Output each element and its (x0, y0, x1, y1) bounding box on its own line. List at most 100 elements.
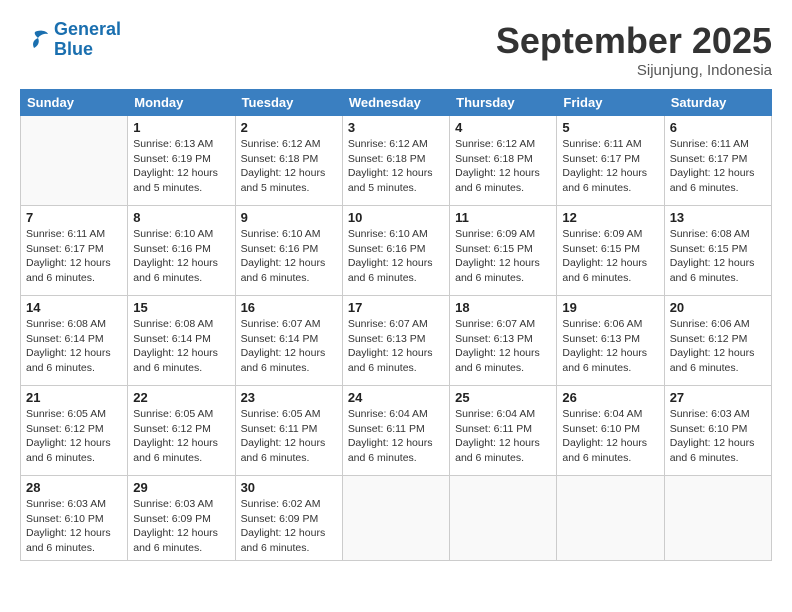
calendar-day-header: Monday (128, 90, 235, 116)
day-number: 28 (26, 480, 122, 495)
month-title: September 2025 (496, 20, 772, 62)
day-number: 9 (241, 210, 337, 225)
day-info: Sunrise: 6:08 AMSunset: 6:14 PMDaylight:… (26, 317, 122, 376)
day-info: Sunrise: 6:07 AMSunset: 6:13 PMDaylight:… (348, 317, 444, 376)
day-number: 27 (670, 390, 766, 405)
day-number: 6 (670, 120, 766, 135)
day-number: 11 (455, 210, 551, 225)
calendar-cell: 2 Sunrise: 6:12 AMSunset: 6:18 PMDaylight… (235, 116, 342, 206)
calendar-cell: 13 Sunrise: 6:08 AMSunset: 6:15 PMDayligh… (664, 206, 771, 296)
day-info: Sunrise: 6:04 AMSunset: 6:11 PMDaylight:… (348, 407, 444, 466)
location-subtitle: Sijunjung, Indonesia (496, 62, 772, 79)
day-number: 5 (562, 120, 658, 135)
day-info: Sunrise: 6:04 AMSunset: 6:11 PMDaylight:… (455, 407, 551, 466)
calendar-day-header: Thursday (450, 90, 557, 116)
day-info: Sunrise: 6:08 AMSunset: 6:14 PMDaylight:… (133, 317, 229, 376)
day-number: 21 (26, 390, 122, 405)
day-number: 2 (241, 120, 337, 135)
day-info: Sunrise: 6:05 AMSunset: 6:12 PMDaylight:… (133, 407, 229, 466)
logo-icon (20, 28, 50, 52)
day-number: 19 (562, 300, 658, 315)
day-info: Sunrise: 6:11 AMSunset: 6:17 PMDaylight:… (670, 137, 766, 196)
calendar-day-header: Wednesday (342, 90, 449, 116)
calendar-week-row: 1 Sunrise: 6:13 AMSunset: 6:19 PMDaylight… (21, 116, 772, 206)
title-block: September 2025 Sijunjung, Indonesia (496, 20, 772, 79)
day-number: 14 (26, 300, 122, 315)
day-number: 20 (670, 300, 766, 315)
calendar-cell: 8Sunrise: 6:10 AMSunset: 6:16 PMDaylight… (128, 206, 235, 296)
calendar-cell: 30 Sunrise: 6:02 AMSunset: 6:09 PMDayligh… (235, 476, 342, 561)
page-header: General Blue September 2025 Sijunjung, I… (20, 20, 772, 79)
day-number: 13 (670, 210, 766, 225)
day-number: 22 (133, 390, 229, 405)
calendar-cell: 17 Sunrise: 6:07 AMSunset: 6:13 PMDayligh… (342, 296, 449, 386)
calendar-table: SundayMondayTuesdayWednesdayThursdayFrid… (20, 89, 772, 561)
day-info: Sunrise: 6:12 AMSunset: 6:18 PMDaylight:… (241, 137, 337, 196)
calendar-cell (342, 476, 449, 561)
day-number: 12 (562, 210, 658, 225)
day-number: 24 (348, 390, 444, 405)
day-info: Sunrise: 6:08 AMSunset: 6:15 PMDaylight:… (670, 227, 766, 286)
calendar-cell (21, 116, 128, 206)
calendar-cell: 19 Sunrise: 6:06 AMSunset: 6:13 PMDayligh… (557, 296, 664, 386)
calendar-cell: 28 Sunrise: 6:03 AMSunset: 6:10 PMDayligh… (21, 476, 128, 561)
day-info: Sunrise: 6:12 AMSunset: 6:18 PMDaylight:… (348, 137, 444, 196)
calendar-cell (664, 476, 771, 561)
day-number: 25 (455, 390, 551, 405)
calendar-cell: 12Sunrise: 6:09 AMSunset: 6:15 PMDayligh… (557, 206, 664, 296)
calendar-cell: 6 Sunrise: 6:11 AMSunset: 6:17 PMDaylight… (664, 116, 771, 206)
day-number: 15 (133, 300, 229, 315)
calendar-cell: 26Sunrise: 6:04 AMSunset: 6:10 PMDayligh… (557, 386, 664, 476)
logo-text: General Blue (54, 20, 121, 60)
day-info: Sunrise: 6:03 AMSunset: 6:10 PMDaylight:… (26, 497, 122, 556)
day-number: 23 (241, 390, 337, 405)
calendar-cell: 14 Sunrise: 6:08 AMSunset: 6:14 PMDayligh… (21, 296, 128, 386)
day-info: Sunrise: 6:06 AMSunset: 6:12 PMDaylight:… (670, 317, 766, 376)
calendar-cell: 10Sunrise: 6:10 AMSunset: 6:16 PMDayligh… (342, 206, 449, 296)
calendar-week-row: 7 Sunrise: 6:11 AMSunset: 6:17 PMDaylight… (21, 206, 772, 296)
calendar-cell: 15 Sunrise: 6:08 AMSunset: 6:14 PMDayligh… (128, 296, 235, 386)
calendar-cell: 22 Sunrise: 6:05 AMSunset: 6:12 PMDayligh… (128, 386, 235, 476)
logo: General Blue (20, 20, 121, 60)
day-number: 17 (348, 300, 444, 315)
calendar-cell: 11Sunrise: 6:09 AMSunset: 6:15 PMDayligh… (450, 206, 557, 296)
day-info: Sunrise: 6:07 AMSunset: 6:14 PMDaylight:… (241, 317, 337, 376)
day-number: 18 (455, 300, 551, 315)
calendar-day-header: Tuesday (235, 90, 342, 116)
calendar-cell (450, 476, 557, 561)
calendar-cell: 27Sunrise: 6:03 AMSunset: 6:10 PMDayligh… (664, 386, 771, 476)
calendar-cell: 18 Sunrise: 6:07 AMSunset: 6:13 PMDayligh… (450, 296, 557, 386)
calendar-week-row: 14 Sunrise: 6:08 AMSunset: 6:14 PMDayligh… (21, 296, 772, 386)
calendar-cell: 29 Sunrise: 6:03 AMSunset: 6:09 PMDayligh… (128, 476, 235, 561)
day-info: Sunrise: 6:03 AMSunset: 6:09 PMDaylight:… (133, 497, 229, 556)
day-info: Sunrise: 6:10 AMSunset: 6:16 PMDaylight:… (241, 227, 337, 286)
calendar-cell: 20 Sunrise: 6:06 AMSunset: 6:12 PMDayligh… (664, 296, 771, 386)
calendar-cell: 3 Sunrise: 6:12 AMSunset: 6:18 PMDaylight… (342, 116, 449, 206)
calendar-header-row: SundayMondayTuesdayWednesdayThursdayFrid… (21, 90, 772, 116)
day-info: Sunrise: 6:04 AMSunset: 6:10 PMDaylight:… (562, 407, 658, 466)
day-number: 3 (348, 120, 444, 135)
day-number: 7 (26, 210, 122, 225)
calendar-cell: 9 Sunrise: 6:10 AMSunset: 6:16 PMDaylight… (235, 206, 342, 296)
calendar-cell: 5 Sunrise: 6:11 AMSunset: 6:17 PMDaylight… (557, 116, 664, 206)
calendar-day-header: Sunday (21, 90, 128, 116)
calendar-cell: 21 Sunrise: 6:05 AMSunset: 6:12 PMDayligh… (21, 386, 128, 476)
day-info: Sunrise: 6:05 AMSunset: 6:12 PMDaylight:… (26, 407, 122, 466)
day-info: Sunrise: 6:11 AMSunset: 6:17 PMDaylight:… (562, 137, 658, 196)
day-info: Sunrise: 6:13 AMSunset: 6:19 PMDaylight:… (133, 137, 229, 196)
day-info: Sunrise: 6:12 AMSunset: 6:18 PMDaylight:… (455, 137, 551, 196)
day-info: Sunrise: 6:11 AMSunset: 6:17 PMDaylight:… (26, 227, 122, 286)
calendar-cell: 4Sunrise: 6:12 AMSunset: 6:18 PMDaylight… (450, 116, 557, 206)
day-number: 30 (241, 480, 337, 495)
calendar-day-header: Saturday (664, 90, 771, 116)
day-info: Sunrise: 6:02 AMSunset: 6:09 PMDaylight:… (241, 497, 337, 556)
day-info: Sunrise: 6:10 AMSunset: 6:16 PMDaylight:… (133, 227, 229, 286)
calendar-day-header: Friday (557, 90, 664, 116)
day-info: Sunrise: 6:07 AMSunset: 6:13 PMDaylight:… (455, 317, 551, 376)
calendar-week-row: 28 Sunrise: 6:03 AMSunset: 6:10 PMDayligh… (21, 476, 772, 561)
calendar-cell: 23Sunrise: 6:05 AMSunset: 6:11 PMDayligh… (235, 386, 342, 476)
day-number: 10 (348, 210, 444, 225)
day-number: 29 (133, 480, 229, 495)
day-number: 1 (133, 120, 229, 135)
day-info: Sunrise: 6:06 AMSunset: 6:13 PMDaylight:… (562, 317, 658, 376)
